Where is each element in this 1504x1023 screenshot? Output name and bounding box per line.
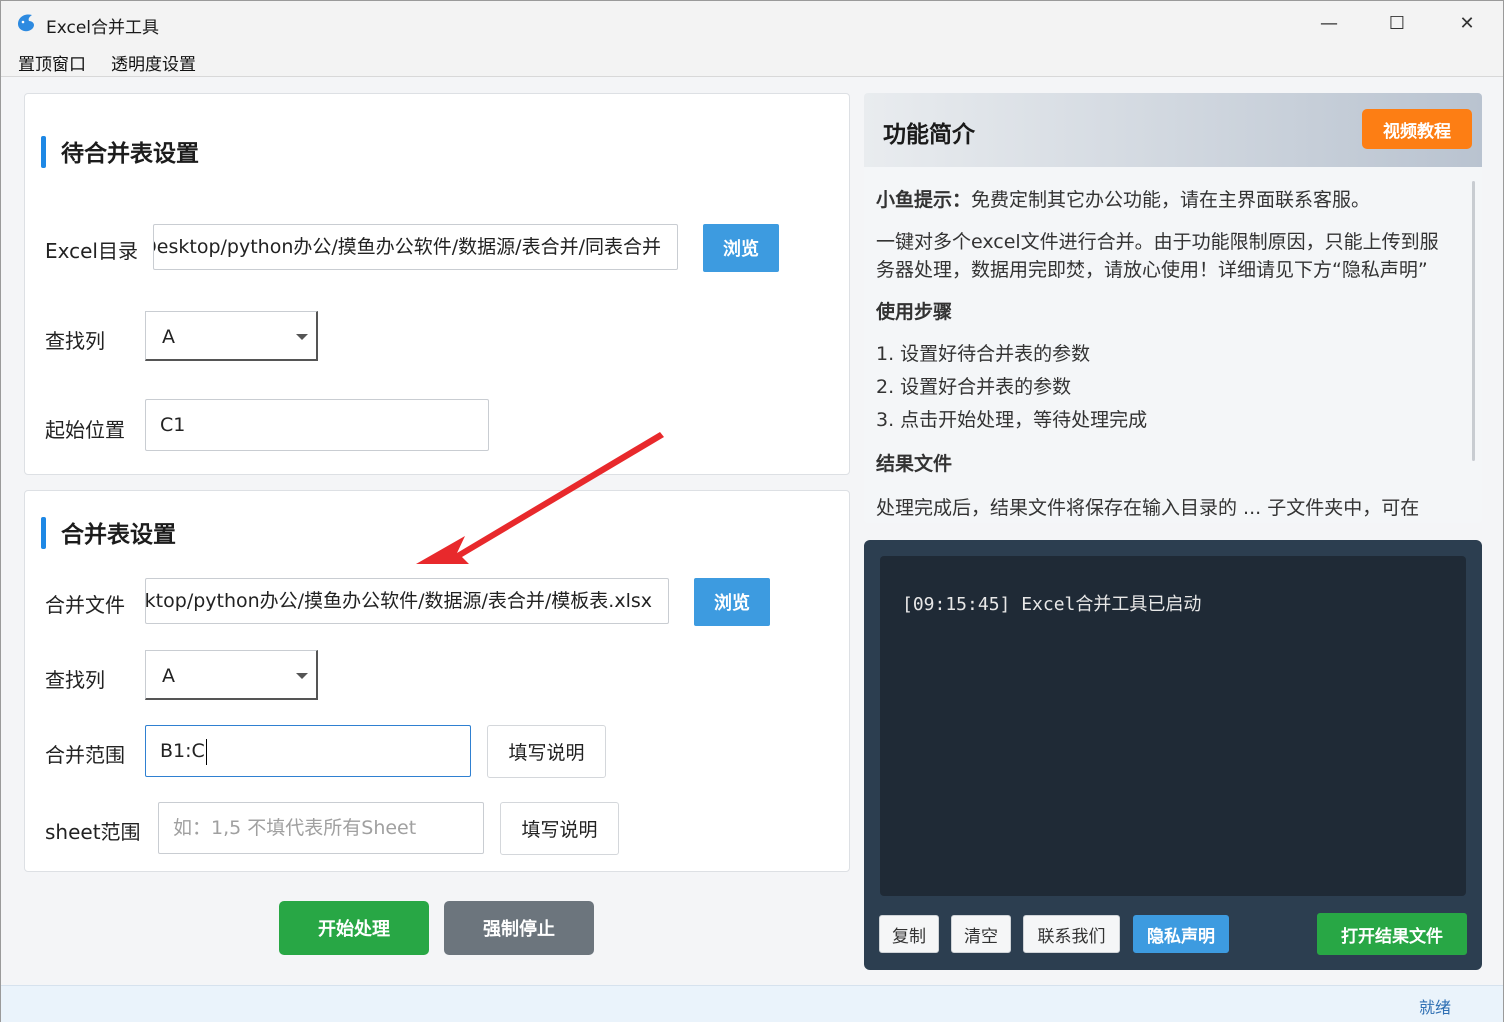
source-lookup-col-value: A (162, 326, 175, 348)
step-item: 1. 设置好待合并表的参数 (876, 343, 1091, 365)
result-text: 处理完成后，结果文件将保存在输入目录的 ... 子文件夹中，可在 (876, 497, 1420, 519)
open-result-file-button[interactable]: 打开结果文件 (1317, 913, 1467, 955)
app-window: Excel合并工具 — ☐ ✕ 置顶窗口 透明度设置 待合并表设置 Excel目… (0, 0, 1504, 1022)
target-lookup-col-label: 查找列 (45, 668, 105, 692)
intro-tip: 小鱼提示：免费定制其它办公功能，请在主界面联系客服。 (876, 186, 1456, 214)
merge-range-help-button[interactable]: 填写说明 (487, 725, 606, 778)
intro-body: 小鱼提示：免费定制其它办公功能，请在主界面联系客服。 一键对多个excel文件进… (864, 167, 1482, 523)
main-content: 待合并表设置 Excel目录 C:/Users/Desktop/python办公… (1, 77, 1503, 985)
log-panel: [09:15:45] Excel合并工具已启动 复制 清空 联系我们 隐私声明 … (864, 540, 1482, 970)
merge-range-label: 合并范围 (45, 743, 125, 767)
start-process-button[interactable]: 开始处理 (279, 901, 429, 955)
step-item: 3. 点击开始处理，等待处理完成 (876, 409, 1148, 431)
window-title: Excel合并工具 (46, 18, 160, 38)
excel-dir-input[interactable]: C:/Users/Desktop/python办公/摸鱼办公软件/数据源/表合并… (153, 224, 678, 270)
target-lookup-col-value: A (162, 665, 175, 687)
clear-log-button[interactable]: 清空 (951, 915, 1011, 953)
merge-file-input[interactable]: C:/Users/Desktop/python办公/摸鱼办公软件/数据源/表合并… (145, 578, 669, 624)
log-output[interactable]: [09:15:45] Excel合并工具已启动 (880, 556, 1466, 896)
force-stop-button[interactable]: 强制停止 (444, 901, 594, 955)
copy-log-button[interactable]: 复制 (879, 915, 939, 953)
close-button[interactable]: ✕ (1433, 1, 1501, 45)
sheet-range-help-button[interactable]: 填写说明 (500, 802, 619, 855)
minimize-button[interactable]: — (1295, 1, 1363, 45)
maximize-button[interactable]: ☐ (1363, 1, 1431, 45)
tip-text: 免费定制其它办公功能，请在主界面联系客服。 (971, 189, 1371, 211)
close-icon: ✕ (1459, 12, 1475, 34)
source-lookup-col-label: 查找列 (45, 329, 105, 353)
result-heading: 结果文件 (876, 453, 953, 475)
minimize-icon: — (1320, 12, 1338, 34)
source-settings-panel: 待合并表设置 Excel目录 C:/Users/Desktop/python办公… (24, 93, 850, 475)
privacy-statement-button[interactable]: 隐私声明 (1133, 915, 1229, 953)
menu-bar: 置顶窗口 透明度设置 (1, 45, 1503, 77)
menu-pin-window[interactable]: 置顶窗口 (18, 50, 86, 75)
steps-heading: 使用步骤 (876, 301, 953, 323)
video-tutorial-button[interactable]: 视频教程 (1362, 109, 1472, 149)
title-bar: Excel合并工具 — ☐ ✕ (1, 1, 1503, 45)
merge-range-input[interactable]: B1:C (145, 725, 471, 777)
intro-text: 小鱼提示：免费定制其它办公功能，请在主界面联系客服。 一键对多个excel文件进… (876, 167, 1456, 522)
excel-dir-browse-button[interactable]: 浏览 (703, 224, 779, 272)
step-item: 2. 设置好合并表的参数 (876, 376, 1072, 398)
target-lookup-col-select[interactable]: A (145, 650, 318, 700)
start-pos-input[interactable]: C1 (145, 399, 489, 451)
text-caret (205, 738, 208, 765)
start-pos-label: 起始位置 (45, 418, 125, 442)
intro-header: 功能简介 视频教程 (864, 93, 1482, 167)
merge-file-label: 合并文件 (45, 593, 125, 617)
fish-app-icon (18, 14, 34, 32)
intro-title: 功能简介 (883, 122, 975, 148)
intro-description: 一键对多个excel文件进行合并。由于功能限制原因，只能上传到服务器处理，数据用… (876, 231, 1439, 281)
excel-dir-label: Excel目录 (45, 239, 138, 263)
tip-label: 小鱼提示： (876, 189, 972, 211)
log-line: [09:15:45] Excel合并工具已启动 (902, 594, 1202, 615)
source-section-title: 待合并表设置 (41, 134, 199, 168)
chevron-down-icon (296, 334, 308, 340)
menu-opacity-settings[interactable]: 透明度设置 (111, 50, 196, 75)
chevron-down-icon (296, 673, 308, 679)
contact-us-button[interactable]: 联系我们 (1023, 915, 1120, 953)
merge-file-browse-button[interactable]: 浏览 (694, 578, 770, 626)
source-lookup-col-select[interactable]: A (145, 311, 318, 361)
sheet-range-label: sheet范围 (45, 820, 141, 844)
target-settings-panel: 合并表设置 合并文件 C:/Users/Desktop/python办公/摸鱼办… (24, 490, 850, 872)
status-bar: 就绪 (1, 985, 1503, 1022)
status-text: 就绪 (1418, 998, 1451, 1017)
maximize-icon: ☐ (1388, 12, 1406, 34)
sheet-range-input[interactable]: 如：1,5 不填代表所有Sheet (158, 802, 484, 854)
intro-scrollbar[interactable] (1472, 181, 1475, 461)
target-section-title: 合并表设置 (41, 515, 176, 549)
merge-range-value: B1:C (160, 740, 205, 762)
